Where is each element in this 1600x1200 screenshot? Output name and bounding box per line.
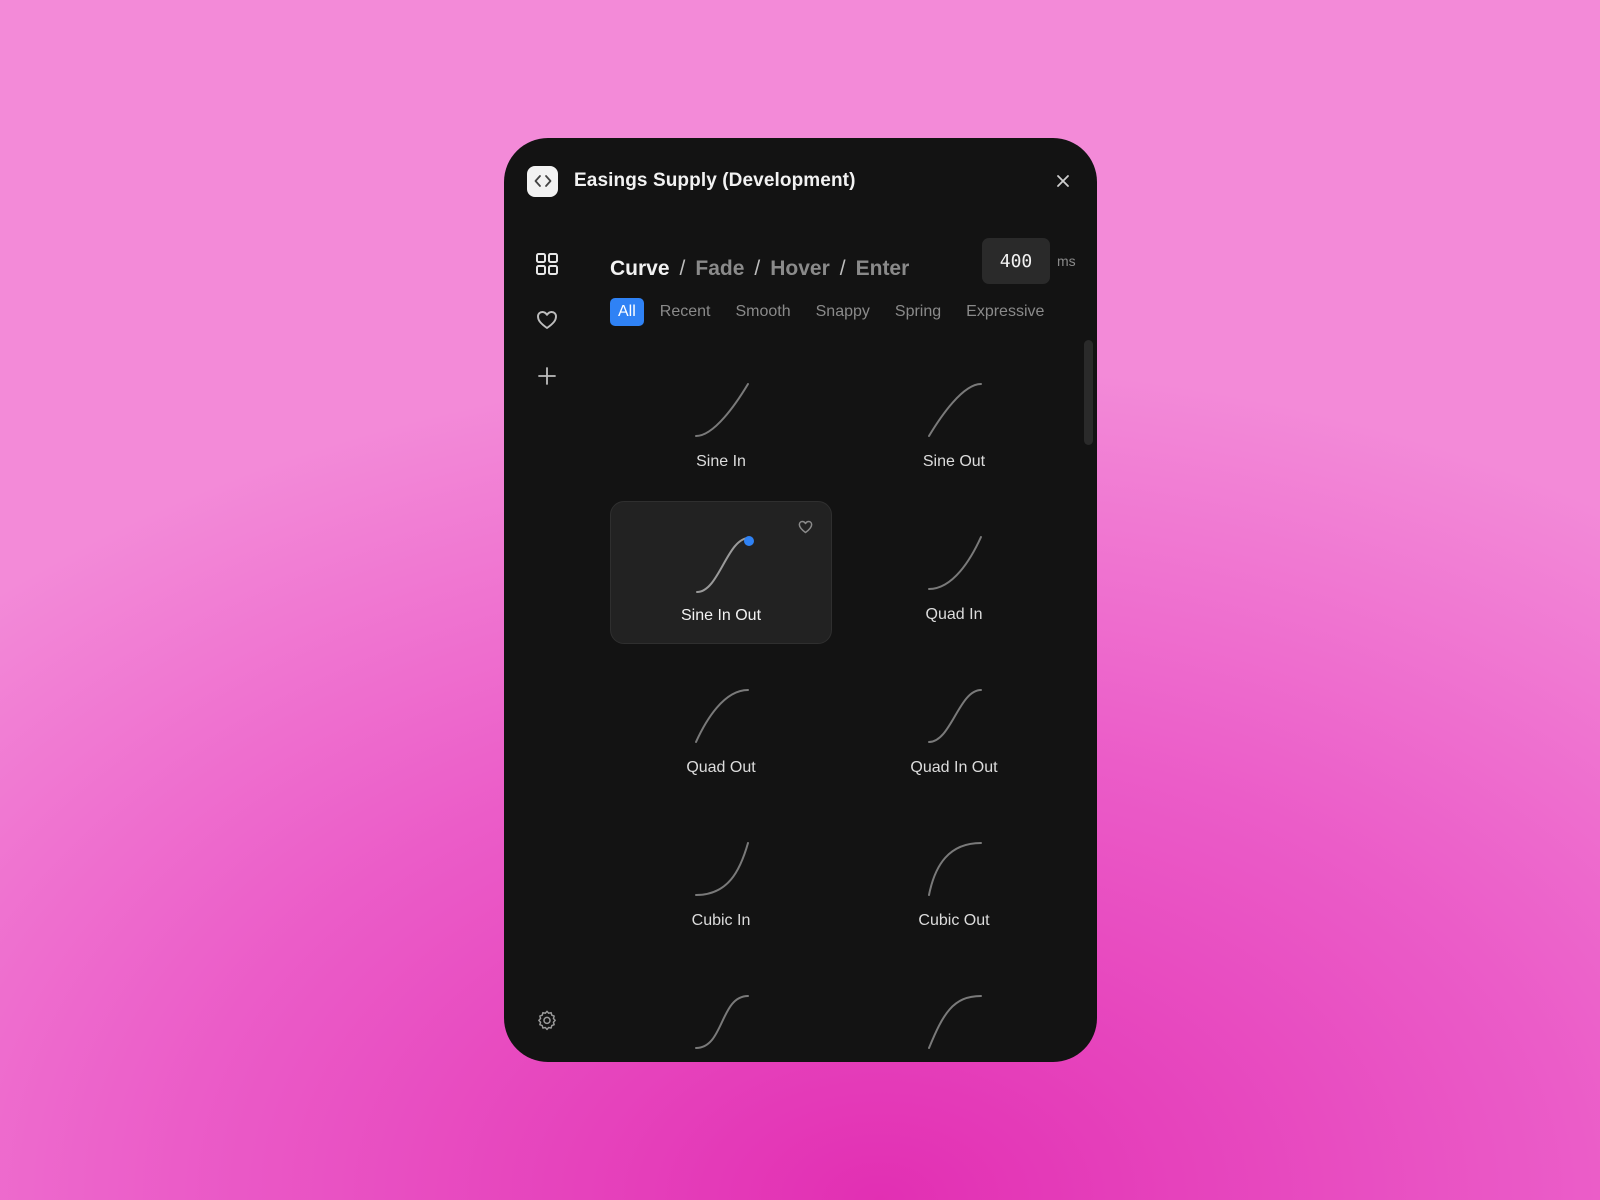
title-bar: Easings Supply (Development) [527, 165, 1075, 197]
duration-unit: ms [1057, 253, 1076, 269]
easing-label: Cubic Out [918, 912, 990, 929]
breadcrumb-curve[interactable]: Curve [610, 257, 670, 281]
filter-spring[interactable]: Spring [895, 303, 941, 321]
easing-card-partial[interactable] [843, 960, 1065, 1062]
breadcrumb: Curve / Fade / Hover / Enter [610, 246, 909, 292]
easing-label: Cubic In [691, 912, 751, 929]
preview-dot [744, 536, 754, 546]
easing-card-quad-in[interactable]: Quad In [843, 501, 1065, 644]
sidebar [529, 246, 565, 414]
easing-curve-icon [695, 842, 749, 896]
easing-curve-icon [928, 383, 982, 437]
easing-label: Quad In Out [910, 759, 998, 776]
breadcrumb-fade[interactable]: Fade [695, 257, 744, 281]
easing-curve-icon [696, 536, 754, 593]
easing-curve-icon [928, 842, 982, 896]
filter-expressive[interactable]: Expressive [966, 303, 1044, 321]
easing-label: Quad Out [686, 759, 756, 776]
easing-card-cubic-out[interactable]: Cubic Out [843, 807, 1065, 950]
easing-label: Quad In [925, 606, 983, 623]
filter-snappy[interactable]: Snappy [816, 303, 870, 321]
easing-label: Sine In [696, 453, 746, 470]
code-brackets-icon [527, 165, 558, 197]
easing-card-sine-out[interactable]: Sine Out [843, 348, 1065, 491]
easing-label: Sine Out [922, 453, 986, 470]
app-title: Easings Supply (Development) [574, 170, 856, 191]
easing-card-sine-in-out[interactable]: Sine In Out [610, 501, 832, 644]
easing-curve-icon [695, 689, 749, 743]
add-button[interactable] [529, 358, 565, 394]
heart-outline-icon [798, 520, 813, 534]
settings-button[interactable] [529, 1002, 565, 1038]
grid-view-button[interactable] [529, 246, 565, 282]
easing-curve-icon [928, 689, 982, 743]
breadcrumb-hover[interactable]: Hover [770, 257, 830, 281]
easing-curve-icon [928, 536, 982, 590]
easing-card-quad-in-out[interactable]: Quad In Out [843, 654, 1065, 797]
breadcrumb-separator: / [679, 257, 686, 280]
filter-tabs: All Recent Smooth Snappy Spring Expressi… [610, 297, 1069, 327]
filter-all[interactable]: All [610, 298, 644, 326]
favorites-button[interactable] [529, 302, 565, 338]
breadcrumb-enter[interactable]: Enter [856, 257, 910, 281]
plus-icon [538, 367, 556, 385]
favorite-toggle[interactable] [798, 520, 813, 539]
filter-recent[interactable]: Recent [660, 303, 711, 321]
duration-control: ms [982, 238, 1076, 284]
app-window: Easings Supply (Development) Curve / Fad… [504, 138, 1097, 1062]
close-button[interactable] [1051, 169, 1075, 193]
easing-card-quad-out[interactable]: Quad Out [610, 654, 832, 797]
filter-smooth[interactable]: Smooth [735, 303, 790, 321]
grid-icon [536, 253, 558, 275]
gear-icon [538, 1010, 556, 1031]
heart-icon [537, 311, 557, 329]
breadcrumb-separator: / [839, 257, 846, 280]
easing-curve-icon [928, 995, 982, 1049]
easing-card-cubic-in[interactable]: Cubic In [610, 807, 832, 950]
easing-curve-icon [695, 383, 749, 437]
breadcrumb-separator: / [754, 257, 761, 280]
duration-input[interactable] [982, 238, 1050, 284]
scrollbar-thumb[interactable] [1084, 340, 1093, 445]
easing-curve-icon [695, 995, 749, 1049]
easing-card-sine-in[interactable]: Sine In [610, 348, 832, 491]
easing-card-partial[interactable] [610, 960, 832, 1062]
easing-label: Sine In Out [680, 607, 762, 624]
close-icon [1057, 175, 1069, 187]
